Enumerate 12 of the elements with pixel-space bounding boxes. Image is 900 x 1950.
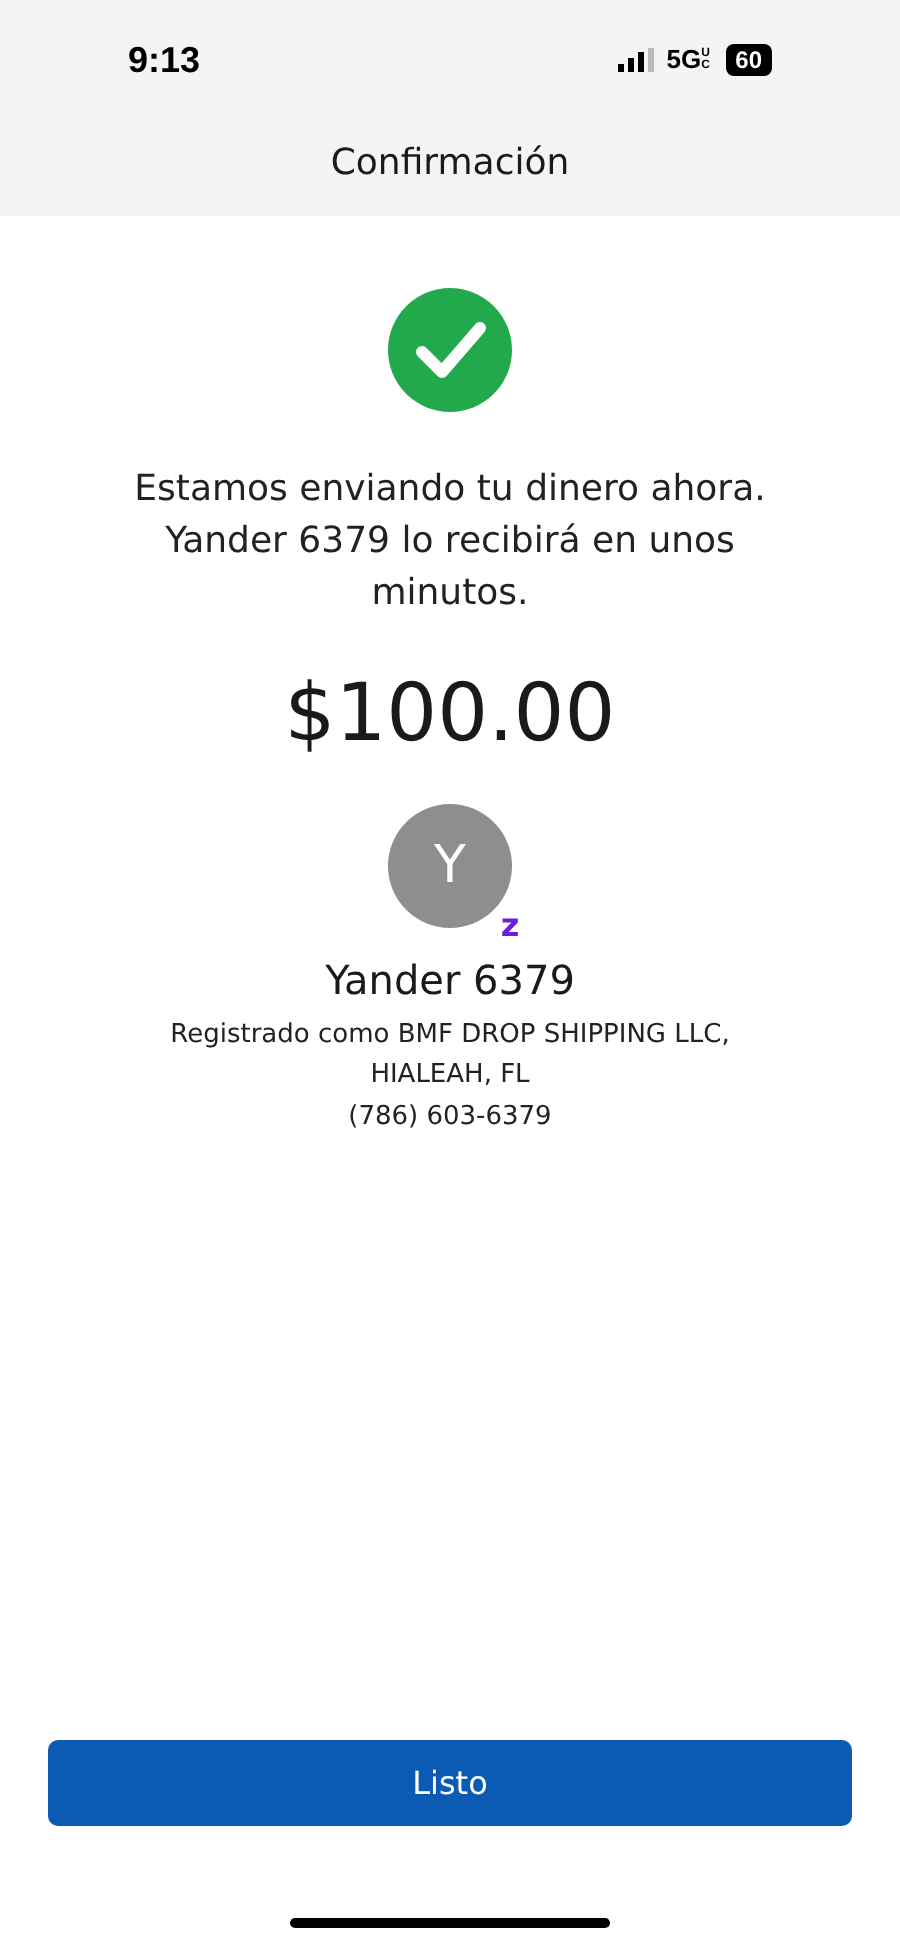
confirmation-message: Estamos enviando tu dinero ahora. Yander 6379 lo recibirá en unos minutos. [132,466,768,618]
signal-icon [618,48,655,72]
amount: $100.00 [284,666,616,764]
recipient-phone: (786) 603-6379 [348,1100,552,1136]
page-title: Confirmación [330,139,570,187]
registered-name: Registrado como BMF DROP SHIPPING LLC, [170,1018,730,1054]
battery-icon: 60 [725,44,772,76]
registered-location: HIALEAH, FL [370,1058,530,1094]
check-icon [388,288,512,412]
status-time: 9:13 [128,37,201,83]
done-button[interactable]: Listo [48,1740,852,1826]
recipient-name: Yander 6379 [325,954,575,1008]
